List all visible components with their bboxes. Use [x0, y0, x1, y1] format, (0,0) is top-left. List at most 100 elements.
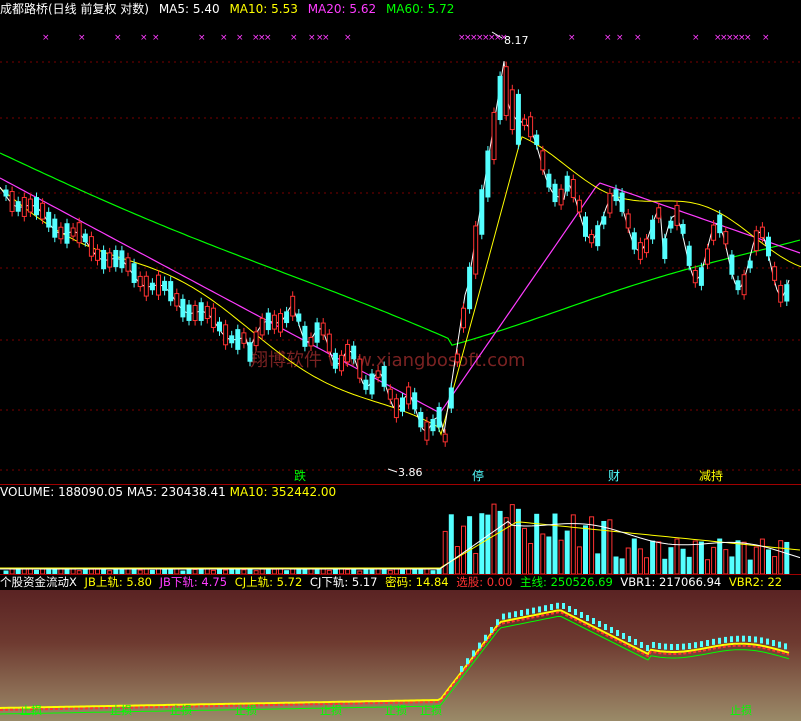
candle-body [156, 274, 161, 296]
volume-bar [583, 525, 588, 574]
volume-bar [454, 546, 460, 574]
candle-body [143, 275, 149, 297]
candle-body [723, 231, 729, 245]
candle-body [259, 317, 265, 336]
stop-loss-label: 止损 [235, 703, 257, 717]
candle-body [711, 224, 717, 241]
volume-bar [698, 541, 704, 574]
candle-body [558, 188, 564, 206]
candle-body [217, 321, 222, 332]
candle-body [95, 248, 100, 261]
candle-body [735, 280, 741, 291]
candle-body [717, 214, 723, 234]
indicator-bar [484, 634, 487, 641]
indicator-bar [514, 611, 517, 618]
volume-chart[interactable] [0, 500, 801, 574]
volume-bar [442, 530, 448, 574]
indicator-bar [640, 642, 643, 648]
indicator-bar [742, 635, 745, 642]
event-marker-cai[interactable]: 财 [608, 469, 620, 483]
candle-body [467, 266, 473, 310]
indicator-bar [532, 607, 535, 614]
x-mark: × [140, 33, 148, 43]
x-mark: × [42, 33, 50, 43]
volume-bar [528, 542, 534, 574]
event-marker-ting[interactable]: 停 [472, 468, 484, 483]
volume-bar [656, 541, 662, 574]
stop-loss-label: 止损 [110, 703, 132, 717]
candle-body [210, 307, 216, 328]
indicator-bar [538, 606, 541, 613]
jb-lower: JB下轨: 4.75 [159, 575, 228, 589]
candle-body [619, 192, 625, 212]
volume-bar [497, 510, 503, 574]
candle-body [76, 222, 82, 244]
candle-body [503, 66, 509, 117]
indicator-bar [664, 643, 667, 650]
candle-body [271, 314, 277, 330]
candle-body [662, 238, 668, 260]
x-mark: × [290, 33, 298, 43]
candle-body [119, 250, 125, 269]
candle-body [15, 201, 21, 212]
candle-body [174, 293, 180, 307]
candle-body [162, 280, 168, 291]
volume-bar [473, 552, 479, 574]
x-mark: × [236, 33, 244, 43]
candle-body [180, 298, 186, 318]
volume-bar [485, 514, 491, 574]
indicator-bar [496, 619, 499, 626]
main-line: 主线: 250526.69 [520, 575, 613, 589]
ma20-label: MA20: 5.62 [307, 2, 377, 16]
candle-body [9, 191, 15, 212]
candle-body [729, 254, 735, 275]
candle-body [747, 260, 753, 269]
volume-bar [576, 546, 582, 574]
indicator-bar [466, 658, 469, 665]
candle-body [461, 307, 466, 329]
stop-loss-label: 止损 [320, 703, 342, 717]
stop-loss-label: 止损 [20, 703, 42, 717]
stop-loss-label: 止损 [170, 703, 192, 717]
price-chart[interactable]: 翔博软件 www.xiangbosoft.com × × × × × × × × × × × × × × ×… [0, 18, 801, 484]
candle-body [613, 189, 619, 202]
volume-bar [515, 508, 521, 574]
volume-bar [705, 559, 710, 574]
candle-body [430, 418, 436, 432]
indicator-chart[interactable]: 止损 止损 止损 止损 止损 止损 止损 止损 [0, 590, 801, 721]
event-marker-jianchi[interactable]: 减持 [699, 468, 723, 483]
indicator-bar [550, 604, 553, 610]
x-mark: × [198, 33, 206, 43]
volume-bar [522, 527, 527, 574]
indicator-bar [568, 606, 571, 612]
indicator-bar [592, 618, 595, 624]
event-marker-die[interactable]: 跌 [294, 468, 306, 483]
indicator-bar [730, 636, 733, 643]
volume-header: VOLUME: 188090.05 MA5: 230438.41 MA10: 3… [0, 484, 336, 500]
candle-body [546, 173, 552, 188]
indicator-bar [754, 636, 757, 643]
candle-body [766, 236, 771, 257]
indicator-bar [724, 636, 727, 643]
indicator-bar [622, 633, 625, 639]
candle-body [564, 175, 570, 192]
candle-body [424, 421, 430, 441]
indicator-bar [670, 643, 673, 650]
volume-bar [753, 546, 759, 574]
volume-bar [558, 539, 564, 574]
indicator-bar [760, 637, 763, 644]
candle-body [625, 213, 631, 229]
candle-body [70, 227, 76, 237]
volume-bar [467, 516, 473, 574]
candle-body [186, 304, 192, 321]
volume-bar [729, 556, 735, 574]
indicator-bar [676, 643, 679, 650]
candle-body [64, 223, 70, 244]
x-mark: × [78, 33, 86, 43]
candle-body [497, 75, 503, 121]
candle-body [58, 226, 64, 240]
volume-bar [552, 513, 558, 574]
candle-body [436, 406, 442, 428]
select-stock: 选股: 0.00 [456, 575, 513, 589]
stock-title: 成都路桥(日线 前复权 对数) [0, 2, 149, 16]
